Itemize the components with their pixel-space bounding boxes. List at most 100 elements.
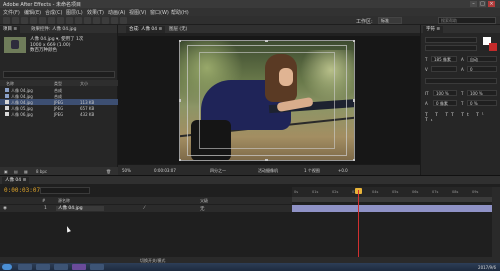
menu-layer[interactable]: 图层(L) bbox=[66, 9, 83, 16]
start-button-icon[interactable] bbox=[2, 264, 12, 270]
tab-effect-controls[interactable]: 效果控件: 人像 04.jpg bbox=[28, 26, 80, 33]
column-parent[interactable]: 父级 bbox=[200, 198, 208, 204]
clone-tool-icon[interactable] bbox=[93, 17, 100, 24]
transform-handle[interactable] bbox=[353, 40, 355, 42]
tab-composition[interactable]: 合成: 人像 04 ≡ bbox=[126, 26, 166, 33]
tracking-field[interactable]: 0 bbox=[467, 66, 497, 72]
font-size-field[interactable]: 185 像素 bbox=[431, 56, 457, 62]
camera-tool-icon[interactable] bbox=[39, 17, 46, 24]
type-tool-icon[interactable] bbox=[75, 17, 82, 24]
exposure-value[interactable]: +0.0 bbox=[338, 168, 348, 173]
selection-tool-icon[interactable] bbox=[3, 17, 10, 24]
close-button[interactable]: × bbox=[488, 1, 495, 7]
transform-handle[interactable] bbox=[265, 40, 268, 42]
window-controls: – □ × bbox=[470, 0, 498, 8]
new-folder-icon[interactable]: ▤ bbox=[14, 169, 18, 174]
transform-handle[interactable] bbox=[353, 99, 355, 102]
project-item[interactable]: 人像 06.jpg JPEG 432 KB bbox=[0, 111, 118, 117]
view-layout-select[interactable]: 1 个视图 bbox=[304, 168, 320, 174]
current-timecode[interactable]: 0:00:03:07 bbox=[4, 187, 40, 194]
vertical-scale-field[interactable]: 100 % bbox=[433, 90, 457, 96]
transform-handle[interactable] bbox=[179, 159, 181, 161]
stroke-mode-select[interactable] bbox=[425, 78, 497, 84]
menu-edit[interactable]: 编辑(E) bbox=[24, 9, 41, 16]
transform-handle[interactable] bbox=[353, 159, 355, 161]
text-style-buttons[interactable]: T T TT Tt T¹ T₁ bbox=[425, 113, 497, 123]
footage-image[interactable] bbox=[179, 40, 355, 161]
layer-duration-bar[interactable] bbox=[292, 205, 492, 212]
menu-effect[interactable]: 效果(T) bbox=[87, 9, 104, 16]
puppet-tool-icon[interactable] bbox=[120, 17, 127, 24]
parent-select[interactable]: 无 bbox=[200, 206, 205, 212]
roto-brush-tool-icon[interactable] bbox=[111, 17, 118, 24]
taskbar-media-icon[interactable] bbox=[54, 264, 68, 270]
composition-icon bbox=[5, 88, 9, 92]
zoom-tool-icon[interactable] bbox=[21, 17, 28, 24]
magnification-select[interactable]: 50% bbox=[122, 168, 131, 173]
taskbar-after-effects-icon[interactable] bbox=[72, 264, 86, 270]
layer-name[interactable]: 人像 04.jpg bbox=[56, 206, 104, 211]
menu-help[interactable]: 帮助(H) bbox=[171, 9, 189, 16]
column-type[interactable]: 类型 bbox=[54, 81, 62, 87]
tab-layer[interactable]: 图层 (无) bbox=[166, 26, 190, 33]
transform-handle[interactable] bbox=[179, 40, 181, 42]
taskbar-browser-icon[interactable] bbox=[36, 264, 50, 270]
hand-tool-icon[interactable] bbox=[12, 17, 19, 24]
timeline-scrollbar[interactable] bbox=[492, 187, 500, 264]
resolution-select[interactable]: 四分之一 bbox=[210, 168, 226, 174]
workspace-select[interactable]: 标准 bbox=[378, 17, 402, 24]
tab-timeline[interactable]: 人像 04 ≡ bbox=[2, 177, 30, 184]
menu-animation[interactable]: 动画(A) bbox=[108, 9, 125, 16]
mask-tool-icon[interactable] bbox=[57, 17, 64, 24]
ruler-tick: 04s bbox=[372, 190, 379, 194]
switches-icon[interactable]: ⁄ bbox=[144, 206, 145, 211]
visibility-eye-icon[interactable]: ◉ bbox=[3, 206, 7, 211]
transform-handle[interactable] bbox=[179, 99, 181, 102]
current-time-indicator[interactable] bbox=[358, 190, 359, 262]
column-size[interactable]: 大小 bbox=[80, 81, 88, 87]
tab-project[interactable]: 项目 ≡ bbox=[0, 26, 21, 33]
composition-panel: 合成: 人像 04 ≡ 图层 (无) 50% 0:00:03:07 四分之一 活… bbox=[118, 25, 420, 175]
bit-depth-label[interactable]: 8 bpc bbox=[36, 169, 47, 174]
timeline-search-input[interactable] bbox=[40, 187, 90, 194]
stroke-color-swatch[interactable] bbox=[489, 43, 497, 51]
active-camera-select[interactable]: 活动摄像机 bbox=[258, 168, 278, 174]
column-source-name[interactable]: 源名称 bbox=[58, 198, 70, 204]
taskbar-explorer-icon[interactable] bbox=[18, 264, 32, 270]
font-style-select[interactable] bbox=[425, 45, 477, 51]
tsume-field[interactable]: 0 % bbox=[467, 100, 497, 106]
help-search-input[interactable]: 搜索帮助 bbox=[438, 17, 496, 24]
project-search-input[interactable] bbox=[3, 71, 115, 78]
font-family-select[interactable] bbox=[425, 37, 477, 43]
menu-composition[interactable]: 合成(C) bbox=[45, 9, 62, 16]
menu-file[interactable]: 文件(F) bbox=[3, 9, 20, 16]
leading-icon: A bbox=[461, 57, 464, 62]
pen-tool-icon[interactable] bbox=[66, 17, 73, 24]
baseline-shift-field[interactable]: 0 像素 bbox=[433, 100, 457, 106]
composition-tab-row: 合成: 人像 04 ≡ 图层 (无) bbox=[118, 25, 420, 33]
brush-tool-icon[interactable] bbox=[84, 17, 91, 24]
menu-window[interactable]: 窗口(W) bbox=[150, 9, 169, 16]
layer-row[interactable]: ◉ 1 人像 04.jpg ⁄ 无 bbox=[0, 205, 292, 212]
maximize-button[interactable]: □ bbox=[479, 1, 486, 7]
time-ruler[interactable]: 0s 01s 02s 03s 04s 05s 06s 07s 08s 09s bbox=[292, 187, 492, 197]
menu-view[interactable]: 视图(V) bbox=[129, 9, 146, 16]
pan-behind-tool-icon[interactable] bbox=[48, 17, 55, 24]
current-time-display[interactable]: 0:00:03:07 bbox=[154, 168, 176, 173]
composition-viewer[interactable] bbox=[118, 36, 420, 164]
system-clock[interactable]: 2017/9/6 bbox=[478, 265, 496, 270]
kerning-field[interactable] bbox=[431, 66, 457, 72]
eraser-tool-icon[interactable] bbox=[102, 17, 109, 24]
leading-field[interactable]: 自动 bbox=[467, 56, 497, 62]
tab-character[interactable]: 字符 ≡ bbox=[423, 26, 444, 33]
taskbar-app-icon[interactable] bbox=[90, 264, 104, 270]
horizontal-scale-field[interactable]: 100 % bbox=[467, 90, 497, 96]
minimize-button[interactable]: – bbox=[470, 1, 477, 7]
interpret-footage-icon[interactable]: ▣ bbox=[4, 169, 8, 174]
trash-icon[interactable]: 🗑 bbox=[106, 169, 111, 174]
rotate-tool-icon[interactable] bbox=[30, 17, 37, 24]
column-name[interactable]: 名称 bbox=[6, 81, 14, 87]
new-composition-icon[interactable]: ▦ bbox=[24, 169, 28, 174]
work-area-bar[interactable] bbox=[292, 197, 492, 202]
transform-handle[interactable] bbox=[265, 159, 268, 161]
